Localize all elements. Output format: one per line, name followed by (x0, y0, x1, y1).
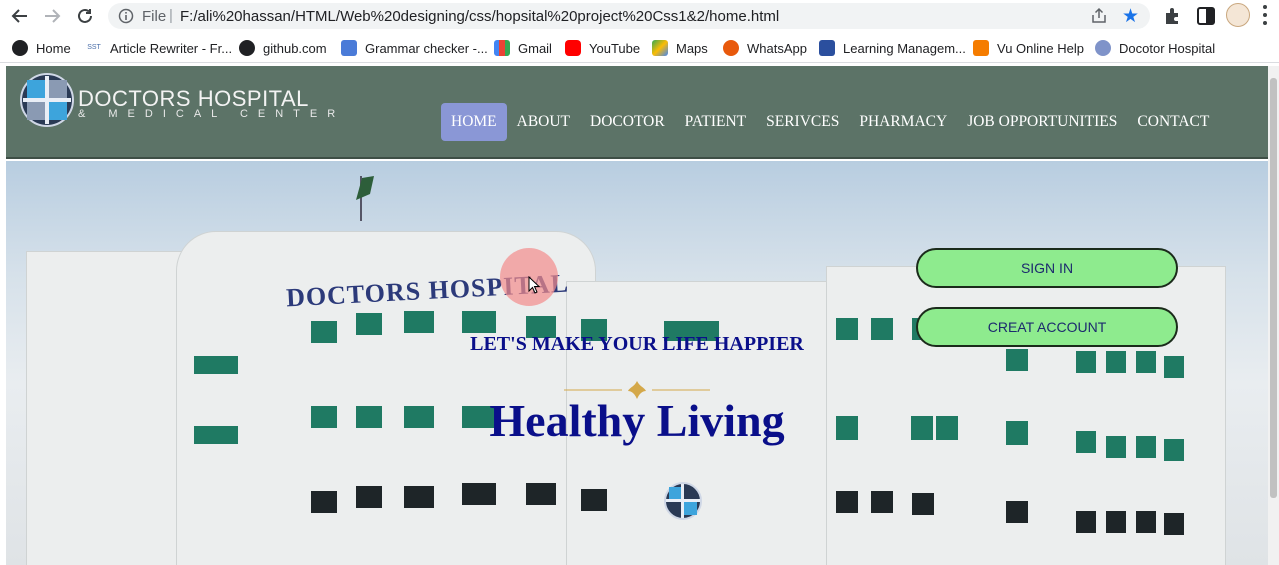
bookmark-article-rewriter[interactable]: SST Article Rewriter - Fr... (86, 39, 232, 57)
maps-icon (652, 40, 668, 56)
bookmark-label: Vu Online Help (997, 40, 1084, 56)
sst-icon: SST (86, 40, 102, 56)
bookmark-label: Learning Managem... (843, 40, 966, 56)
bookmark-github[interactable]: github.com (239, 39, 327, 57)
home-icon (12, 40, 28, 56)
reload-icon[interactable] (73, 4, 97, 28)
sign-in-button[interactable]: SIGN IN (916, 248, 1178, 288)
bookmark-label: WhatsApp (747, 40, 807, 56)
nav-pharmacy[interactable]: PHARMACY (849, 103, 957, 141)
bookmark-label: Gmail (518, 40, 552, 56)
bookmark-label: YouTube (589, 40, 641, 56)
bookmark-maps[interactable]: Maps (652, 39, 708, 57)
mouse-cursor-icon (528, 276, 540, 294)
logo-subtitle: & MEDICAL CENTER (78, 108, 346, 120)
main-nav: HOME ABOUT DOCOTOR PATIENT SERIVCES PHAR… (441, 103, 1219, 141)
browser-toolbar: File | F:/ali%20hassan/HTML/Web%20design… (0, 0, 1279, 32)
github-icon (239, 40, 255, 56)
bookmark-grammar-checker[interactable]: Grammar checker -... (341, 39, 488, 57)
bookmark-star-icon[interactable]: ★ (1122, 5, 1139, 28)
create-account-button[interactable]: CREAT ACCOUNT (916, 307, 1178, 347)
nav-docotor[interactable]: DOCOTOR (580, 103, 675, 141)
browser-menu-icon[interactable] (1262, 5, 1268, 25)
bookmark-label: Grammar checker -... (365, 40, 488, 56)
scheme-separator: | (169, 7, 173, 24)
url-text[interactable]: F:/ali%20hassan/HTML/Web%20designing/css… (180, 8, 779, 25)
blogger-icon (973, 40, 989, 56)
address-bar[interactable]: File | F:/ali%20hassan/HTML/Web%20design… (108, 3, 1150, 29)
share-icon[interactable] (1090, 7, 1108, 25)
extensions-puzzle-icon[interactable] (1162, 5, 1184, 27)
nav-job-opportunities[interactable]: JOB OPPORTUNITIES (957, 103, 1127, 141)
info-icon[interactable] (118, 8, 134, 24)
grammar-icon (341, 40, 357, 56)
lms-icon (819, 40, 835, 56)
hospital-logo-icon[interactable] (19, 72, 75, 128)
nav-contact[interactable]: CONTACT (1127, 103, 1219, 141)
site-header: DOCTORS HOSPITAL & MEDICAL CENTER HOME A… (6, 66, 1268, 159)
gmail-icon (494, 40, 510, 56)
bookmark-label: Docotor Hospital (1119, 40, 1216, 56)
bookmark-learning-management[interactable]: Learning Managem... (819, 39, 966, 57)
flag-icon (356, 176, 374, 221)
bookmark-docotor-hospital[interactable]: Docotor Hospital (1095, 39, 1215, 57)
bookmark-label: Home (36, 40, 71, 56)
page-viewport: DOCTORS HOSPITAL & MEDICAL CENTER HOME A… (6, 66, 1268, 565)
scrollbar-thumb[interactable] (1270, 78, 1277, 498)
hero-banner: DOCTORS HOSPITAL LET'S MAKE YOUR LIFE HA… (6, 161, 1268, 565)
hospital-icon (1095, 40, 1111, 56)
bookmark-whatsapp[interactable]: WhatsApp (723, 39, 807, 57)
bookmark-label: Maps (676, 40, 708, 56)
bookmark-gmail[interactable]: Gmail (494, 39, 552, 57)
profile-avatar[interactable] (1226, 3, 1250, 27)
nav-serivces[interactable]: SERIVCES (756, 103, 849, 141)
bookmark-label: Article Rewriter - Fr... (110, 40, 233, 56)
whatsapp-icon (723, 40, 739, 56)
bookmark-vu-online-help[interactable]: Vu Online Help (973, 39, 1084, 57)
page-scrollbar[interactable] (1268, 66, 1279, 565)
nav-patient[interactable]: PATIENT (675, 103, 756, 141)
back-arrow-icon[interactable] (8, 4, 32, 28)
bookmark-home[interactable]: Home (12, 39, 71, 57)
youtube-icon (565, 40, 581, 56)
hero-headline: Healthy Living (489, 395, 785, 446)
bookmarks-bar: Home SST Article Rewriter - Fr... github… (0, 32, 1279, 63)
nav-home[interactable]: HOME (441, 103, 507, 141)
nav-about[interactable]: ABOUT (507, 103, 580, 141)
side-panel-icon[interactable] (1195, 5, 1217, 27)
file-scheme-label: File (142, 8, 167, 25)
building-logo-icon (664, 482, 702, 520)
bookmark-label: github.com (263, 40, 327, 56)
bookmark-youtube[interactable]: YouTube (565, 39, 640, 57)
forward-arrow-icon[interactable] (40, 4, 64, 28)
